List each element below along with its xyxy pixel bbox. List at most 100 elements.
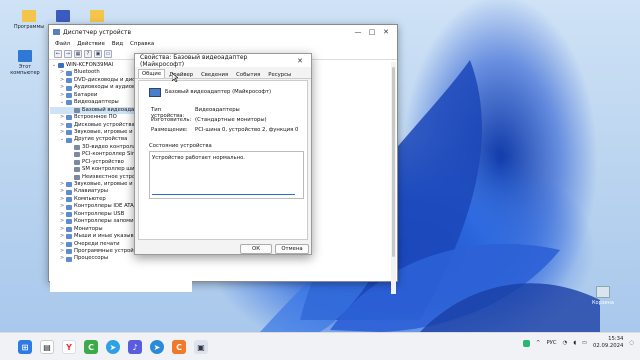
ok-button[interactable]: ОК xyxy=(240,244,272,254)
device-category-icon xyxy=(66,92,72,98)
tab-general[interactable]: Общие xyxy=(138,69,166,78)
system-tray: ^ РУС ◔ ◖ ▭ 15:34 02.09.2024 ◌ xyxy=(523,336,634,350)
tab-resources[interactable]: Ресурсы xyxy=(264,70,295,78)
file-explorer-icon[interactable]: ▤ xyxy=(40,340,54,354)
device-category-icon xyxy=(66,211,72,217)
device-category-icon xyxy=(66,256,72,262)
tree-scrollbar[interactable] xyxy=(391,62,396,294)
device-manager-taskbar-icon[interactable]: ▣ xyxy=(194,340,208,354)
device-category-icon xyxy=(66,197,72,203)
device-status-textbox[interactable]: Устройство работает нормально. xyxy=(149,151,304,199)
tree-item-label: PCI-устройство xyxy=(82,158,124,165)
help-icon[interactable]: ? xyxy=(84,50,92,58)
tree-item-label: Клавиатуры xyxy=(74,188,108,195)
device-category-icon xyxy=(66,189,72,195)
menu-file[interactable]: Файл xyxy=(55,41,70,47)
device-category-icon xyxy=(66,137,72,143)
device-category-icon xyxy=(74,107,80,113)
cancel-button[interactable]: Отмена xyxy=(275,244,309,254)
desktop-icon-app[interactable] xyxy=(46,10,80,24)
tree-item[interactable]: > Процессоры xyxy=(50,255,192,262)
device-category-icon xyxy=(66,130,72,136)
notifications-icon[interactable]: ◌ xyxy=(629,340,634,346)
device-category-icon xyxy=(74,167,80,173)
battery-icon[interactable]: ▭ xyxy=(582,340,587,346)
tree-item-label: WIN-KCFON39MAI xyxy=(66,62,114,68)
yandex-browser-icon[interactable]: Y xyxy=(62,340,76,354)
device-category-icon xyxy=(66,70,72,76)
desktop-icon-this-pc[interactable]: Этот компьютер xyxy=(8,50,42,76)
menu-bar: Файл Действие Вид Справка xyxy=(49,39,397,49)
speaker-icon[interactable]: ◖ xyxy=(573,340,576,346)
recycle-bin-icon xyxy=(596,286,610,298)
menu-action[interactable]: Действие xyxy=(77,41,105,47)
dialog-titlebar[interactable]: Свойства: Базовый видеоадаптер (Майкросо… xyxy=(135,53,311,68)
monitor-icon[interactable]: ▭ xyxy=(104,50,112,58)
window-title: Диспетчер устройств xyxy=(63,28,132,36)
device-category-icon xyxy=(74,174,80,180)
device-category-icon xyxy=(66,85,72,91)
location-value: PCI-шина 0, устройство 2, функция 0 xyxy=(195,127,299,133)
c-orange-app-icon[interactable]: C xyxy=(172,340,186,354)
tab-driver[interactable]: Драйвер xyxy=(165,70,197,78)
device-category-icon xyxy=(66,219,72,225)
device-category-icon xyxy=(66,122,72,128)
status-focus-underline xyxy=(152,194,295,195)
forward-icon[interactable]: → xyxy=(64,50,72,58)
scrollbar-thumb[interactable] xyxy=(392,67,395,257)
dialog-title: Свойства: Базовый видеоадаптер (Майкросо… xyxy=(140,53,248,68)
device-category-icon xyxy=(66,234,72,240)
telegram-icon[interactable]: ➤ xyxy=(106,340,120,354)
wifi-icon[interactable]: ◔ xyxy=(563,340,568,346)
tray-app-icon[interactable] xyxy=(523,339,531,347)
device-category-icon xyxy=(66,241,72,247)
device-status-group: Состояние устройства Устройство работает… xyxy=(149,143,304,200)
tab-details[interactable]: Сведения xyxy=(197,70,232,78)
desktop-icon-recycle-bin[interactable]: Корзина xyxy=(586,286,620,306)
manufacturer-row: Изготовитель: (Стандартные мониторы) xyxy=(151,117,267,123)
scan-hardware-icon[interactable]: ▣ xyxy=(94,50,102,58)
minimize-button[interactable]: — xyxy=(351,28,365,36)
tree-item-label: Другие устройства xyxy=(74,136,128,143)
location-row: Размещение: PCI-шина 0, устройство 2, фу… xyxy=(151,127,298,133)
c-app-icon[interactable]: C xyxy=(84,340,98,354)
chevron-up-icon[interactable]: ^ xyxy=(536,340,540,346)
menu-help[interactable]: Справка xyxy=(130,41,154,47)
language-indicator[interactable]: РУС xyxy=(546,340,556,346)
desktop-icon-folder[interactable] xyxy=(80,10,114,24)
display-adapter-icon xyxy=(149,88,161,97)
back-icon[interactable]: ← xyxy=(54,50,62,58)
desktop-icon-programs[interactable]: Программы xyxy=(12,10,46,30)
dialog-close-button[interactable]: ✕ xyxy=(293,57,307,65)
device-category-icon xyxy=(66,226,72,232)
close-button[interactable]: ✕ xyxy=(379,28,393,36)
device-category-icon xyxy=(58,63,64,69)
menu-view[interactable]: Вид xyxy=(112,41,123,47)
device-category-icon xyxy=(66,249,72,255)
clock-date: 02.09.2024 xyxy=(593,343,624,349)
tree-item-label: Процессоры xyxy=(74,255,109,262)
device-manager-icon xyxy=(53,29,60,35)
audio-app-icon[interactable]: ♪ xyxy=(128,340,142,354)
taskbar-apps: ⊞ ▤ Y C ➤ ♪ ➤ C ▣ xyxy=(18,340,216,354)
tree-item-label: Батареи xyxy=(74,91,98,98)
start-icon[interactable]: ⊞ xyxy=(18,340,32,354)
mouse-cursor-icon xyxy=(172,73,178,82)
manufacturer-value: (Стандартные мониторы) xyxy=(195,117,267,123)
tree-item-label: Видеоадаптеры xyxy=(74,99,119,106)
device-category-icon xyxy=(66,182,72,188)
device-category-icon xyxy=(74,159,80,165)
messenger-icon[interactable]: ➤ xyxy=(150,340,164,354)
clock[interactable]: 15:34 02.09.2024 xyxy=(593,336,623,350)
tab-events[interactable]: События xyxy=(232,70,264,78)
tree-item-label: Bluetooth xyxy=(74,69,100,76)
computer-icon xyxy=(18,50,32,62)
device-category-icon xyxy=(66,115,72,121)
device-status-title: Состояние устройства xyxy=(149,143,212,149)
general-tab-panel: Базовый видеоадаптер (Майкрософт) Тип ус… xyxy=(138,80,308,240)
tree-item-label: Встроенное ПО xyxy=(74,114,117,121)
properties-icon[interactable]: ▦ xyxy=(74,50,82,58)
maximize-button[interactable]: □ xyxy=(365,28,379,36)
device-name: Базовый видеоадаптер (Майкрософт) xyxy=(165,89,272,95)
device-manager-titlebar[interactable]: Диспетчер устройств — □ ✕ xyxy=(49,25,397,39)
